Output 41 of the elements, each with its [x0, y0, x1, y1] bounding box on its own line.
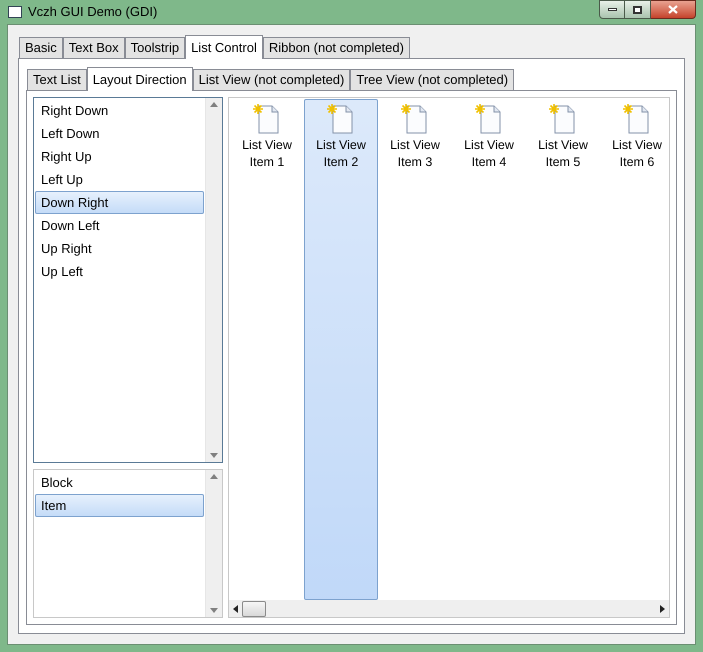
- scroll-up-icon[interactable]: [210, 474, 218, 479]
- scroll-right-icon[interactable]: [660, 604, 665, 612]
- tab[interactable]: Toolstrip: [124, 37, 186, 58]
- close-icon: [668, 5, 678, 14]
- list-view-item[interactable]: List View Item 1: [230, 99, 304, 600]
- list-item[interactable]: Up Left: [35, 260, 204, 283]
- list-item[interactable]: Right Up: [35, 145, 204, 168]
- list-item[interactable]: Item: [35, 494, 204, 517]
- list-item[interactable]: Block: [35, 471, 204, 494]
- tab[interactable]: Basic: [19, 37, 63, 58]
- list-item[interactable]: Left Up: [35, 168, 204, 191]
- list-item[interactable]: Right Down: [35, 99, 204, 122]
- tab[interactable]: Tree View (not completed): [350, 69, 514, 90]
- scroll-left-icon[interactable]: [233, 604, 238, 612]
- scroll-down-icon[interactable]: [210, 608, 218, 613]
- window-title: Vczh GUI Demo (GDI): [28, 3, 158, 22]
- list-item[interactable]: Up Right: [35, 237, 204, 260]
- close-button[interactable]: [651, 0, 696, 19]
- horizontal-scrollbar[interactable]: [229, 600, 669, 617]
- list-view-item[interactable]: List View Item 5: [526, 99, 600, 600]
- tab[interactable]: List Control: [185, 35, 263, 59]
- vertical-scrollbar[interactable]: [205, 470, 222, 617]
- list-view-item[interactable]: List View Item 4: [452, 99, 526, 600]
- tab[interactable]: Text Box: [62, 37, 125, 58]
- scroll-thumb[interactable]: [242, 600, 266, 616]
- app-icon: [8, 6, 22, 18]
- list-item[interactable]: Down Left: [35, 214, 204, 237]
- list-view-item[interactable]: List View Item 3: [378, 99, 452, 600]
- list-item[interactable]: Down Right: [35, 191, 204, 214]
- scroll-up-icon[interactable]: [210, 102, 218, 107]
- tab[interactable]: Layout Direction: [86, 67, 193, 91]
- vertical-scrollbar[interactable]: [205, 98, 222, 462]
- tab[interactable]: Ribbon (not completed): [262, 37, 410, 58]
- tab[interactable]: Text List: [27, 69, 87, 90]
- scroll-down-icon[interactable]: [210, 453, 218, 458]
- list-view-item[interactable]: List View Item 6: [600, 99, 669, 600]
- minimize-button[interactable]: [599, 0, 625, 19]
- list-item[interactable]: Left Down: [35, 122, 204, 145]
- maximize-button[interactable]: [625, 0, 651, 19]
- tab[interactable]: List View (not completed): [192, 69, 350, 90]
- list-view-item[interactable]: List View Item 2: [304, 99, 378, 600]
